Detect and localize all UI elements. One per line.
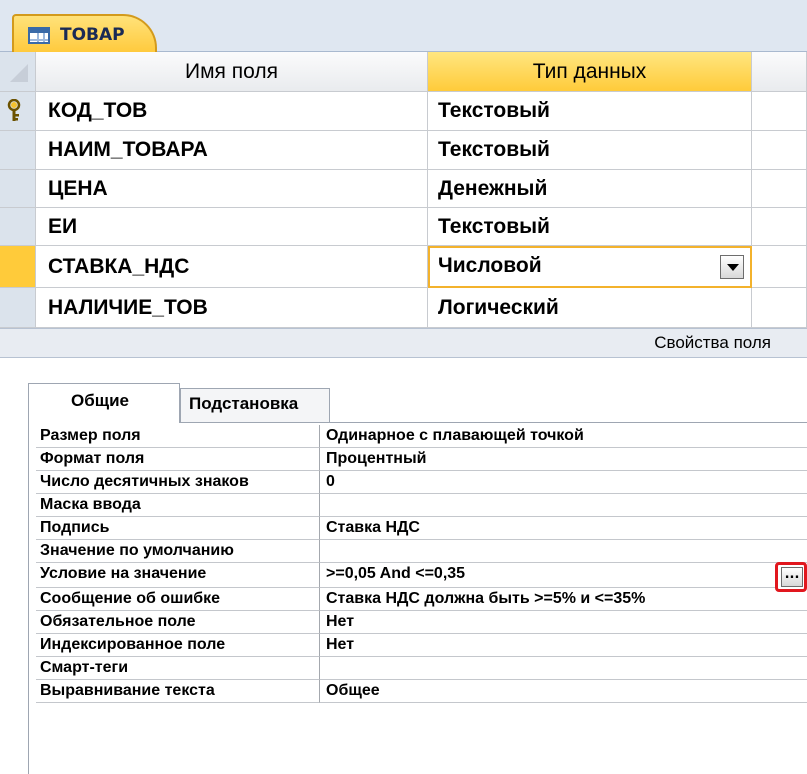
property-row-format[interactable]: Формат поля Процентный: [36, 448, 807, 471]
property-label: Условие на значение: [36, 563, 320, 588]
description-cell[interactable]: [752, 208, 807, 246]
data-type-cell[interactable]: Денежный: [428, 170, 752, 208]
field-properties-label: Свойства поля: [654, 333, 771, 352]
property-label: Число десятичных знаков: [36, 471, 320, 494]
field-name-cell[interactable]: ЕИ: [36, 208, 428, 246]
property-row-validation-rule[interactable]: Условие на значение >=0,05 And <=0,35: [36, 563, 807, 588]
corner-triangle-icon: [10, 63, 28, 82]
description-cell[interactable]: [752, 92, 807, 131]
field-name-cell[interactable]: НАИМ_ТОВАРА: [36, 131, 428, 170]
property-value[interactable]: Ставка НДС: [320, 517, 807, 540]
property-value[interactable]: Нет: [320, 611, 807, 634]
data-type-cell[interactable]: Текстовый: [428, 208, 752, 246]
description-cell[interactable]: [752, 288, 807, 328]
column-header-description[interactable]: [752, 52, 807, 92]
field-name-cell-current[interactable]: СТАВКА_НДС: [36, 246, 428, 288]
data-type-combobox-value: Числовой: [438, 254, 542, 277]
tab-general[interactable]: Общие: [28, 383, 180, 423]
property-label: Подпись: [36, 517, 320, 540]
property-value[interactable]: [320, 540, 807, 563]
data-type-combobox[interactable]: Числовой: [428, 246, 752, 288]
property-row-validation-text[interactable]: Сообщение об ошибке Ставка НДС должна бы…: [36, 588, 807, 611]
description-cell[interactable]: [752, 131, 807, 170]
expression-builder-button[interactable]: ...: [775, 562, 807, 592]
table-icon: [28, 26, 50, 44]
field-properties-header: Свойства поля: [0, 328, 807, 358]
description-cell[interactable]: [752, 246, 807, 288]
document-tab-title: ТОВАР: [60, 25, 125, 45]
property-label: Выравнивание текста: [36, 680, 320, 703]
ellipsis-icon: ...: [781, 567, 803, 587]
row-selector-3[interactable]: [0, 170, 36, 208]
property-row-caption[interactable]: Подпись Ставка НДС: [36, 517, 807, 540]
data-type-cell[interactable]: Текстовый: [428, 92, 752, 131]
property-label: Маска ввода: [36, 494, 320, 517]
field-name-cell[interactable]: КОД_ТОВ: [36, 92, 428, 131]
row-selector-current[interactable]: [0, 246, 36, 288]
property-value[interactable]: 0: [320, 471, 807, 494]
property-row-decimal-places[interactable]: Число десятичных знаков 0: [36, 471, 807, 494]
row-selector-1[interactable]: [0, 92, 36, 131]
row-selector-4[interactable]: [0, 208, 36, 246]
property-label: Значение по умолчанию: [36, 540, 320, 563]
tab-lookup[interactable]: Подстановка: [180, 388, 330, 423]
tab-general-label: Общие: [71, 391, 129, 410]
property-value[interactable]: [320, 494, 807, 517]
select-all-corner[interactable]: [0, 52, 36, 92]
property-value[interactable]: Процентный: [320, 448, 807, 471]
property-row-indexed[interactable]: Индексированное поле Нет: [36, 634, 807, 657]
property-label: Размер поля: [36, 425, 320, 448]
property-label: Обязательное поле: [36, 611, 320, 634]
property-row-text-align[interactable]: Выравнивание текста Общее: [36, 680, 807, 703]
property-value[interactable]: Общее: [320, 680, 807, 703]
property-value[interactable]: Ставка НДС должна быть >=5% и <=35%: [320, 588, 807, 611]
validation-rule-value[interactable]: >=0,05 And <=0,35: [320, 563, 807, 588]
column-header-field-name[interactable]: Имя поля: [36, 52, 428, 92]
field-name-cell[interactable]: ЦЕНА: [36, 170, 428, 208]
property-row-default-value[interactable]: Значение по умолчанию: [36, 540, 807, 563]
dropdown-button[interactable]: [720, 255, 744, 279]
property-label: Формат поля: [36, 448, 320, 471]
tab-lookup-label: Подстановка: [189, 394, 299, 413]
property-value[interactable]: [320, 657, 807, 680]
property-value[interactable]: Одинарное с плавающей точкой: [320, 425, 807, 448]
property-row-smart-tags[interactable]: Смарт-теги: [36, 657, 807, 680]
property-row-field-size[interactable]: Размер поля Одинарное с плавающей точкой: [36, 425, 807, 448]
document-tab-strip: ТОВАР: [0, 0, 807, 54]
document-tab-tovar[interactable]: ТОВАР: [12, 14, 157, 54]
column-header-data-type[interactable]: Тип данных: [428, 52, 752, 92]
chevron-down-icon: [727, 264, 739, 271]
primary-key-icon: [7, 99, 21, 121]
property-value[interactable]: Нет: [320, 634, 807, 657]
data-type-cell[interactable]: Логический: [428, 288, 752, 328]
data-type-cell[interactable]: Текстовый: [428, 131, 752, 170]
property-label: Смарт-теги: [36, 657, 320, 680]
field-name-cell[interactable]: НАЛИЧИЕ_ТОВ: [36, 288, 428, 328]
row-selector-2[interactable]: [0, 131, 36, 170]
property-label: Сообщение об ошибке: [36, 588, 320, 611]
property-row-input-mask[interactable]: Маска ввода: [36, 494, 807, 517]
property-row-required[interactable]: Обязательное поле Нет: [36, 611, 807, 634]
row-selector-6[interactable]: [0, 288, 36, 328]
property-label: Индексированное поле: [36, 634, 320, 657]
description-cell[interactable]: [752, 170, 807, 208]
